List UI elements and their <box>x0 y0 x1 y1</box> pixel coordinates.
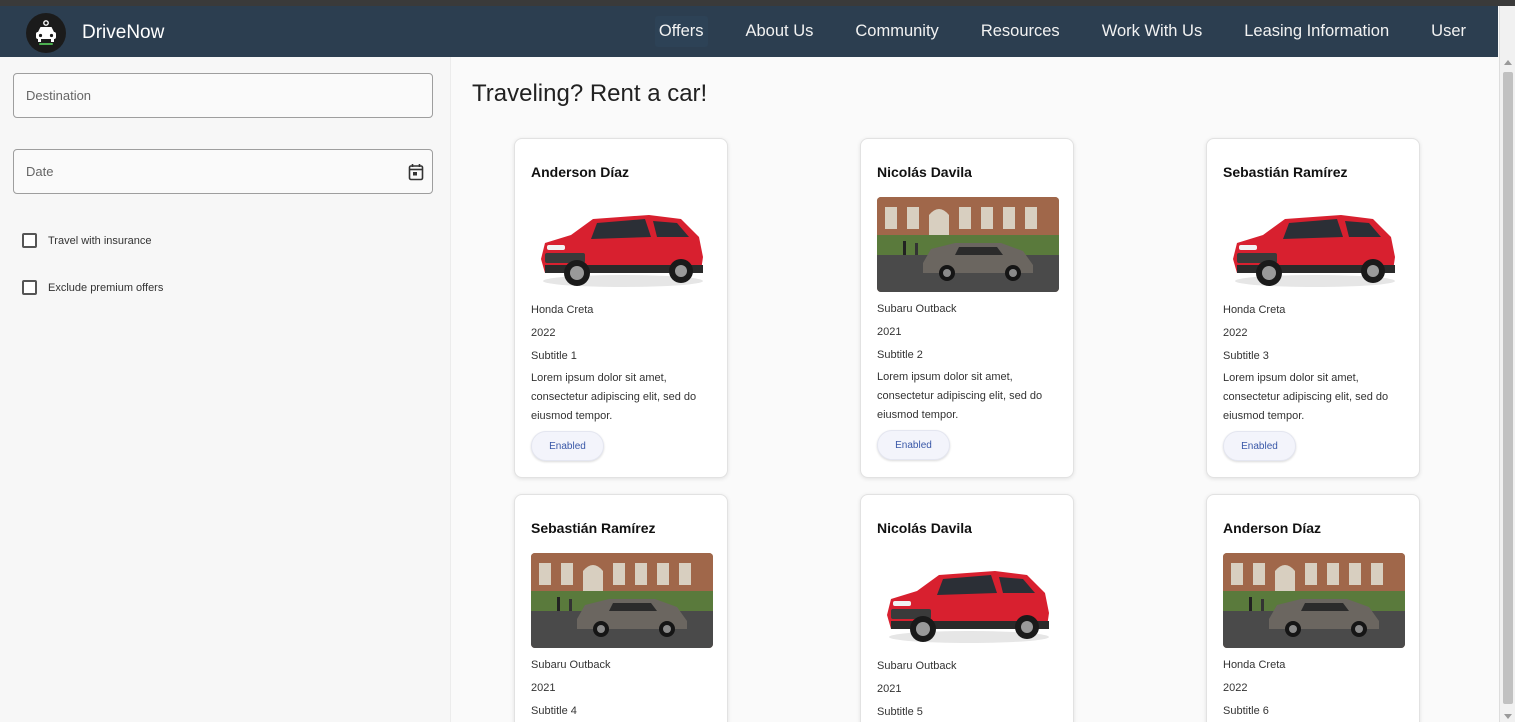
calendar-icon[interactable] <box>408 163 424 186</box>
status-chip[interactable]: Enabled <box>877 430 950 460</box>
scrollbar-thumb[interactable] <box>1503 72 1513 704</box>
nav-link-about-us[interactable]: About Us <box>742 16 818 47</box>
page-scrollbar[interactable] <box>1499 6 1515 722</box>
card-subtitle: Subtitle 2 <box>877 349 923 361</box>
scroll-down-arrow-icon[interactable] <box>1504 714 1512 719</box>
destination-field[interactable] <box>13 73 433 118</box>
premium-option[interactable]: Exclude premium offers <box>22 280 163 295</box>
nav-link-community[interactable]: Community <box>851 16 942 47</box>
nav-link-user[interactable]: User <box>1427 16 1470 47</box>
card-model: Subaru Outback <box>877 303 957 315</box>
card-year: 2021 <box>877 326 902 338</box>
card-subtitle: Subtitle 3 <box>1223 350 1269 362</box>
page-title: Traveling? Rent a car! <box>472 80 708 107</box>
card-year: 2021 <box>531 682 556 694</box>
date-field[interactable] <box>13 149 433 194</box>
red-suv-image <box>531 197 713 292</box>
insurance-checkbox[interactable] <box>22 233 37 248</box>
card-subtitle: Subtitle 6 <box>1223 705 1269 717</box>
offer-card[interactable]: Nicolás Davila Subaru Outback 2021 Subti… <box>860 138 1074 478</box>
nav-link-resources[interactable]: Resources <box>977 16 1064 47</box>
card-owner-name: Nicolás Davila <box>877 520 972 536</box>
card-year: 2022 <box>531 327 556 339</box>
insurance-label: Travel with insurance <box>48 234 152 247</box>
card-subtitle: Subtitle 5 <box>877 706 923 718</box>
card-owner-name: Anderson Díaz <box>531 164 630 180</box>
card-owner-name: Anderson Díaz <box>1223 520 1322 536</box>
offer-card[interactable]: Sebastián Ramírez Honda Creta 2022 Subti… <box>1206 138 1420 478</box>
offer-card[interactable]: Anderson Díaz Honda Creta 2022 Subtitle … <box>1206 494 1420 722</box>
red-suv-image <box>877 553 1059 648</box>
scroll-up-arrow-icon[interactable] <box>1504 60 1512 65</box>
offer-card[interactable]: Sebastián Ramírez Subaru Outback 2021 Su… <box>514 494 728 722</box>
nav-link-leasing-information[interactable]: Leasing Information <box>1240 16 1393 47</box>
nav-link-work-with-us[interactable]: Work With Us <box>1098 16 1207 47</box>
card-description: Lorem ipsum dolor sit amet, consectetur … <box>1223 372 1389 422</box>
red-suv-image <box>1223 197 1405 292</box>
card-model: Honda Creta <box>1223 659 1286 671</box>
card-year: 2021 <box>877 683 902 695</box>
card-model: Honda Creta <box>1223 304 1286 316</box>
status-chip[interactable]: Enabled <box>1223 431 1296 461</box>
card-subtitle: Subtitle 1 <box>531 350 577 362</box>
brand-name[interactable]: DriveNow <box>82 22 164 44</box>
card-model: Subaru Outback <box>877 660 957 672</box>
offer-card[interactable]: Nicolás Davila Subaru Outback 2021 Subti… <box>860 494 1074 722</box>
card-year: 2022 <box>1223 327 1248 339</box>
card-description: Lorem ipsum dolor sit amet, consectetur … <box>877 371 1043 421</box>
card-owner-name: Sebastián Ramírez <box>1223 164 1348 180</box>
gray-suv-campus-image <box>877 197 1059 292</box>
exclude-premium-label: Exclude premium offers <box>48 281 164 294</box>
nav-link-offers[interactable]: Offers <box>654 16 708 47</box>
status-chip[interactable]: Enabled <box>531 431 604 461</box>
car-logo-icon[interactable] <box>26 13 66 53</box>
top-navbar: DriveNow Offers About Us Community Resou… <box>0 6 1498 57</box>
card-model: Honda Creta <box>531 304 594 316</box>
exclude-premium-checkbox[interactable] <box>22 280 37 295</box>
card-owner-name: Sebastián Ramírez <box>531 520 656 536</box>
gray-suv-campus-image <box>531 553 713 648</box>
card-year: 2022 <box>1223 682 1248 694</box>
filter-sidebar: Travel with insurance Exclude premium of… <box>0 57 451 722</box>
destination-input[interactable] <box>14 74 432 117</box>
offer-card[interactable]: Anderson Díaz Honda Creta 2022 Subtitle … <box>514 138 728 478</box>
card-subtitle: Subtitle 4 <box>531 705 577 717</box>
gray-suv-campus-image <box>1223 553 1405 648</box>
insurance-option[interactable]: Travel with insurance <box>22 233 152 248</box>
date-input[interactable] <box>14 150 432 193</box>
card-model: Subaru Outback <box>531 659 611 671</box>
card-description: Lorem ipsum dolor sit amet, consectetur … <box>531 372 697 422</box>
card-owner-name: Nicolás Davila <box>877 164 972 180</box>
nav-links: Offers About Us Community Resources Work… <box>621 6 1470 57</box>
